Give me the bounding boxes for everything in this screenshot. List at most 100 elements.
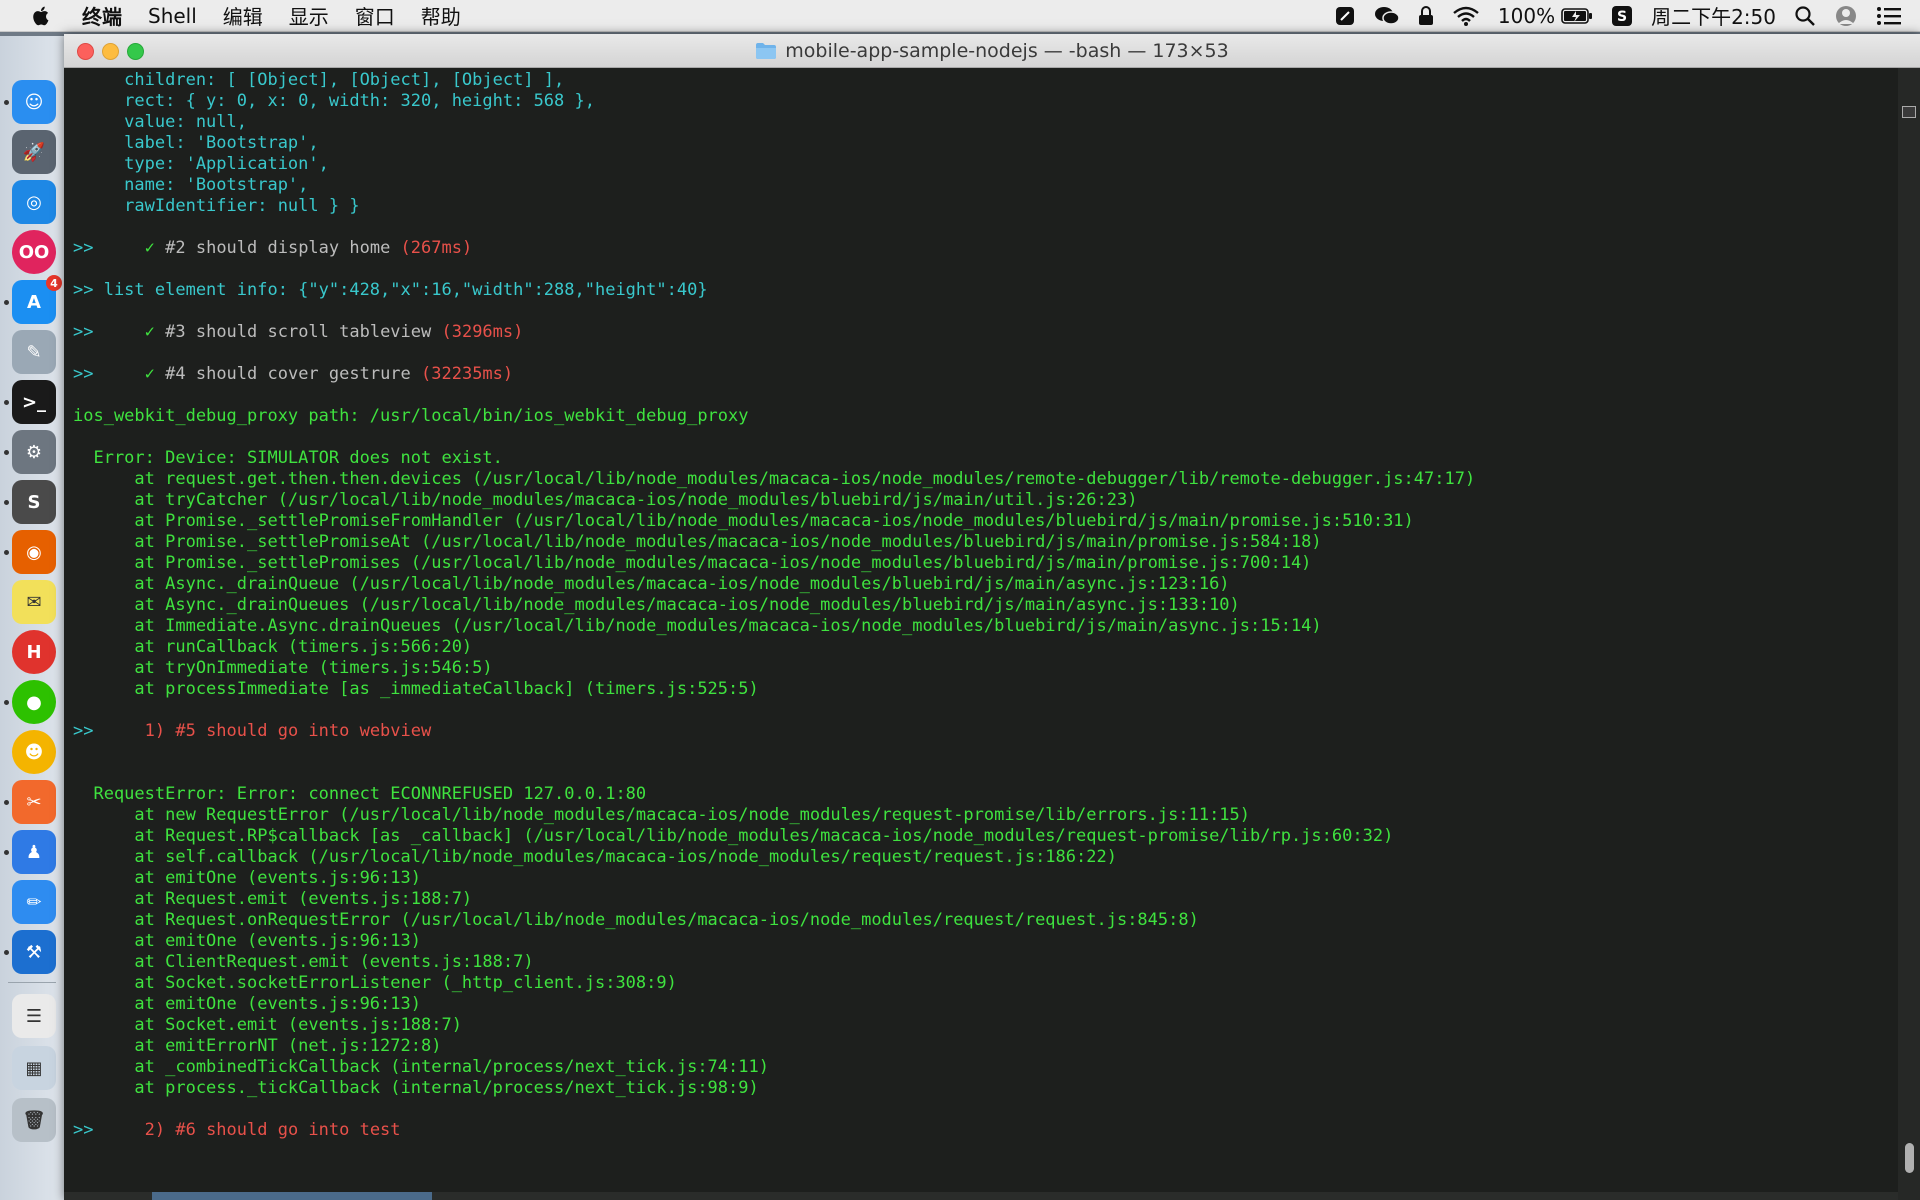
dock-safari-icon[interactable]: ◎ — [12, 180, 56, 224]
bottom-highlight — [152, 1192, 432, 1200]
dock-launchpad-icon[interactable]: 🚀 — [12, 130, 56, 174]
terminal-line: >> ✓ #3 should scroll tableview (3296ms) — [73, 322, 1898, 343]
status-area: 100% S 周二下午2:50 — [1316, 0, 1920, 32]
terminal-line: at emitOne (events.js:96:13) — [73, 931, 1898, 952]
dock-system-preferences-icon[interactable]: ⚙ — [12, 430, 56, 474]
wifi-icon[interactable] — [1452, 5, 1480, 27]
terminal-text: at process._tickCallback (internal/proce… — [73, 1078, 759, 1098]
dock-terminal-icon[interactable]: >_ — [12, 380, 56, 424]
terminal-text: #3 should scroll tableview — [165, 322, 442, 342]
terminal-line: at Socket.emit (events.js:188:7) — [73, 1015, 1898, 1036]
notes-icon[interactable] — [1334, 5, 1356, 27]
terminal-line: at Request.emit (events.js:188:7) — [73, 889, 1898, 910]
dock-app-store-glyph: A — [27, 291, 41, 313]
terminal-line: >> 1) #5 should go into webview — [73, 721, 1898, 742]
title-bar[interactable]: mobile-app-sample-nodejs — -bash — 173×5… — [64, 34, 1920, 68]
terminal-line: at Promise._settlePromiseAt (/usr/local/… — [73, 532, 1898, 553]
wechat-icon[interactable] — [1374, 5, 1400, 27]
apple-icon[interactable] — [28, 5, 56, 27]
terminal-text: >> list element info: {"y":428,"x":16,"w… — [73, 280, 708, 300]
terminal-line: rawIdentifier: null } } — [73, 196, 1898, 217]
dock-emoji-app-icon[interactable]: ☻ — [12, 730, 56, 774]
terminal-text: ✓ — [144, 364, 166, 384]
dock-xcode-icon[interactable]: ⚒ — [12, 930, 56, 974]
battery-icon[interactable] — [1561, 7, 1593, 25]
dock-trash-icon[interactable]: 🗑 — [12, 1098, 56, 1142]
terminal-text: >> — [73, 1120, 145, 1140]
terminal-text: Error: Device: SIMULATOR does not exist. — [73, 448, 503, 468]
dock-terminal-glyph: >_ — [21, 391, 47, 413]
dock-app-store-icon[interactable]: A4 — [12, 275, 62, 324]
terminal-text: at self.callback (/usr/local/lib/node_mo… — [73, 847, 1117, 867]
dock-h-app-glyph: H — [26, 641, 42, 663]
terminal-text: at Promise._settlePromises (/usr/local/l… — [73, 553, 1312, 573]
window-bottom-edge — [64, 1192, 1898, 1200]
sogou-input-icon[interactable]: S — [1611, 5, 1633, 27]
terminal-line: >> ✓ #2 should display home (267ms) — [73, 238, 1898, 259]
notification-center-icon[interactable] — [1876, 6, 1902, 26]
dock-emoji-app-glyph: ☻ — [24, 741, 44, 763]
dock-finder-icon[interactable]: ☺ — [12, 80, 56, 124]
running-indicator — [4, 700, 9, 705]
scrollbar-thumb[interactable] — [1905, 1143, 1914, 1173]
lock-icon[interactable] — [1418, 5, 1434, 27]
menu-edit[interactable]: 编辑 — [223, 1, 263, 30]
dock-xcode-glyph: ⚒ — [25, 941, 43, 963]
terminal-line: at emitOne (events.js:96:13) — [73, 994, 1898, 1015]
dock-instruments-glyph: ✂ — [26, 791, 42, 813]
dock-instruments-icon[interactable]: ✂ — [12, 780, 56, 824]
dock-system-preferences-glyph: ⚙ — [25, 441, 43, 463]
split-pane-icon[interactable] — [1902, 106, 1916, 118]
terminal-text: rawIdentifier: null } } — [73, 196, 360, 216]
app-store-badge: 4 — [46, 275, 62, 291]
terminal-text: at request.get.then.then.devices (/usr/l… — [73, 469, 1476, 489]
dock-pencil-app-glyph: ✏ — [26, 891, 42, 913]
dock-h-app-icon[interactable]: H — [12, 630, 56, 674]
dock-pencil-app-icon[interactable]: ✏ — [12, 880, 56, 924]
user-icon[interactable] — [1834, 4, 1858, 28]
spotlight-search-icon[interactable] — [1794, 5, 1816, 27]
terminal-line: at Socket.socketErrorListener (_http_cli… — [73, 973, 1898, 994]
dock-firefox-icon[interactable]: ◉ — [12, 530, 56, 574]
terminal-line: >> ✓ #4 should cover gestrure (32235ms) — [73, 364, 1898, 385]
terminal-line: at emitOne (events.js:96:13) — [73, 868, 1898, 889]
scrollbar[interactable] — [1898, 68, 1920, 1200]
dock-sublime-text-icon[interactable]: S — [12, 480, 56, 524]
menu-shell[interactable]: Shell — [148, 4, 197, 28]
window-title-area: mobile-app-sample-nodejs — -bash — 173×5… — [64, 34, 1920, 68]
dock-finder-glyph: ☺ — [24, 91, 44, 113]
clock[interactable]: 周二下午2:50 — [1651, 1, 1776, 30]
terminal-text: at emitErrorNT (net.js:1272:8) — [73, 1036, 442, 1056]
dock-downloads-icon[interactable]: ▦ — [12, 1046, 56, 1090]
menu-window[interactable]: 窗口 — [355, 1, 395, 30]
terminal-text: ✓ — [144, 238, 166, 258]
terminal-text: at emitOne (events.js:96:13) — [73, 994, 421, 1014]
terminal-text: RequestError: Error: connect ECONNREFUSE… — [73, 784, 647, 804]
terminal-line: at new RequestError (/usr/local/lib/node… — [73, 805, 1898, 826]
dock-flickr-icon[interactable]: OO — [12, 230, 56, 274]
menu-app-name[interactable]: 终端 — [82, 1, 122, 30]
dock-trash-glyph: 🗑 — [22, 1109, 46, 1131]
terminal-text: at Async._drainQueues (/usr/local/lib/no… — [73, 595, 1240, 615]
dock-launchpad-glyph: 🚀 — [22, 141, 46, 163]
dock-stickies-icon[interactable]: ✉ — [12, 580, 56, 624]
terminal-text: rect: { y: 0, x: 0, width: 320, height: … — [73, 91, 595, 111]
dock-document-icon[interactable]: ☰ — [12, 994, 56, 1038]
terminal-text: at Socket.socketErrorListener (_http_cli… — [73, 973, 677, 993]
terminal-line: at Async._drainQueues (/usr/local/lib/no… — [73, 595, 1898, 616]
menu-view[interactable]: 显示 — [289, 1, 329, 30]
dock-wechat-icon[interactable]: ● — [12, 680, 56, 724]
menu-help[interactable]: 帮助 — [421, 1, 461, 30]
dock-contacts-icon[interactable]: ♟ — [12, 830, 56, 874]
terminal-text: at Async._drainQueue (/usr/local/lib/nod… — [73, 574, 1230, 594]
terminal-line: at Request.onRequestError (/usr/local/li… — [73, 910, 1898, 931]
terminal-output[interactable]: children: [ [Object], [Object], [Object]… — [64, 68, 1898, 1200]
terminal-line: label: 'Bootstrap', — [73, 133, 1898, 154]
terminal-text: type: 'Application', — [73, 154, 329, 174]
dock-script-editor-icon[interactable]: ✎ — [12, 330, 56, 374]
running-indicator — [4, 400, 9, 405]
